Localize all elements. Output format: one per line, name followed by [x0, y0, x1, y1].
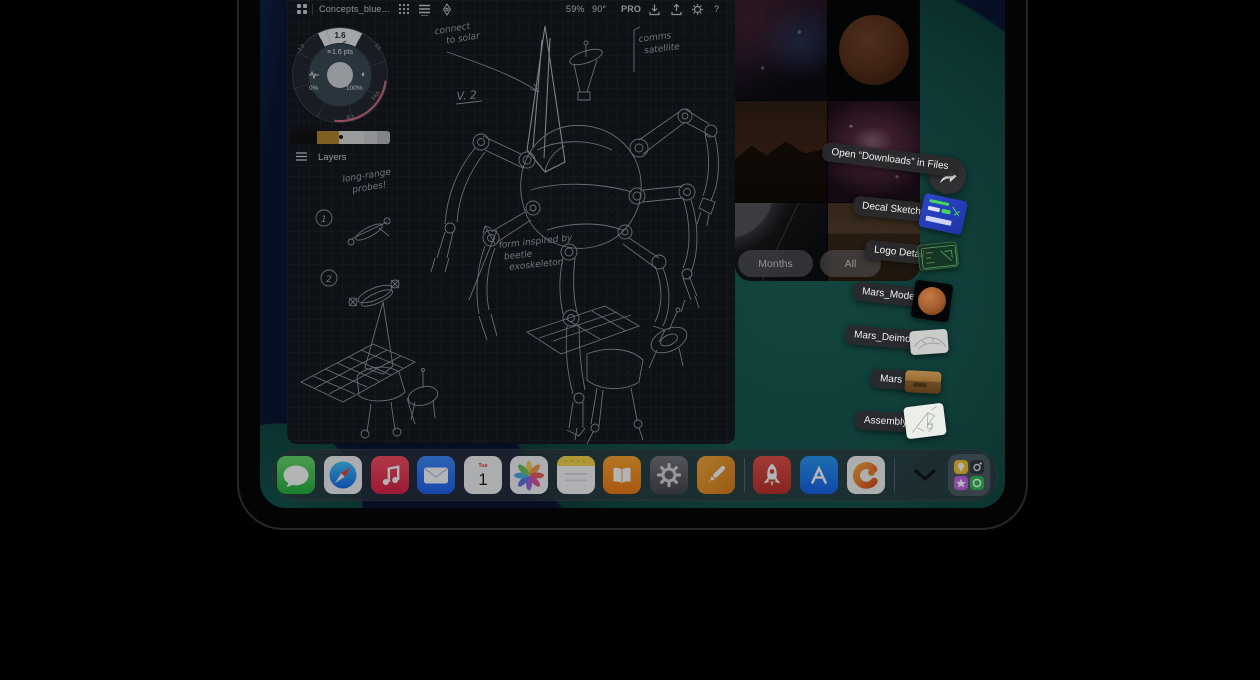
drop-tooltip: Open “Downloads” in Files: [821, 142, 958, 177]
drag-thumb-mars-model[interactable]: [911, 280, 954, 323]
drag-thumb-mars-deimos[interactable]: [909, 329, 949, 356]
stage: 1 2 connect to solar comms satellite V. …: [0, 0, 1260, 680]
ipad-screen: 1 2 connect to solar comms satellite V. …: [260, 0, 1005, 508]
wallpaper: 1 2 connect to solar comms satellite V. …: [260, 0, 1005, 508]
assembly-sketch: [903, 403, 947, 440]
drag-thumb-decal-sketches[interactable]: [918, 193, 968, 235]
deimos-sketch: [909, 329, 949, 356]
drag-thumb-assembly[interactable]: [903, 403, 947, 440]
decal-art: [918, 193, 968, 235]
mars-landscape-mark: [913, 382, 927, 387]
mars-model-sphere: [916, 285, 948, 317]
logo-art: [918, 242, 959, 271]
drag-layer: Open “Downloads” in Files Decal Sketches…: [260, 0, 1005, 508]
drag-thumb-logo-detail[interactable]: [917, 241, 959, 271]
drag-thumb-mars[interactable]: [904, 370, 941, 394]
